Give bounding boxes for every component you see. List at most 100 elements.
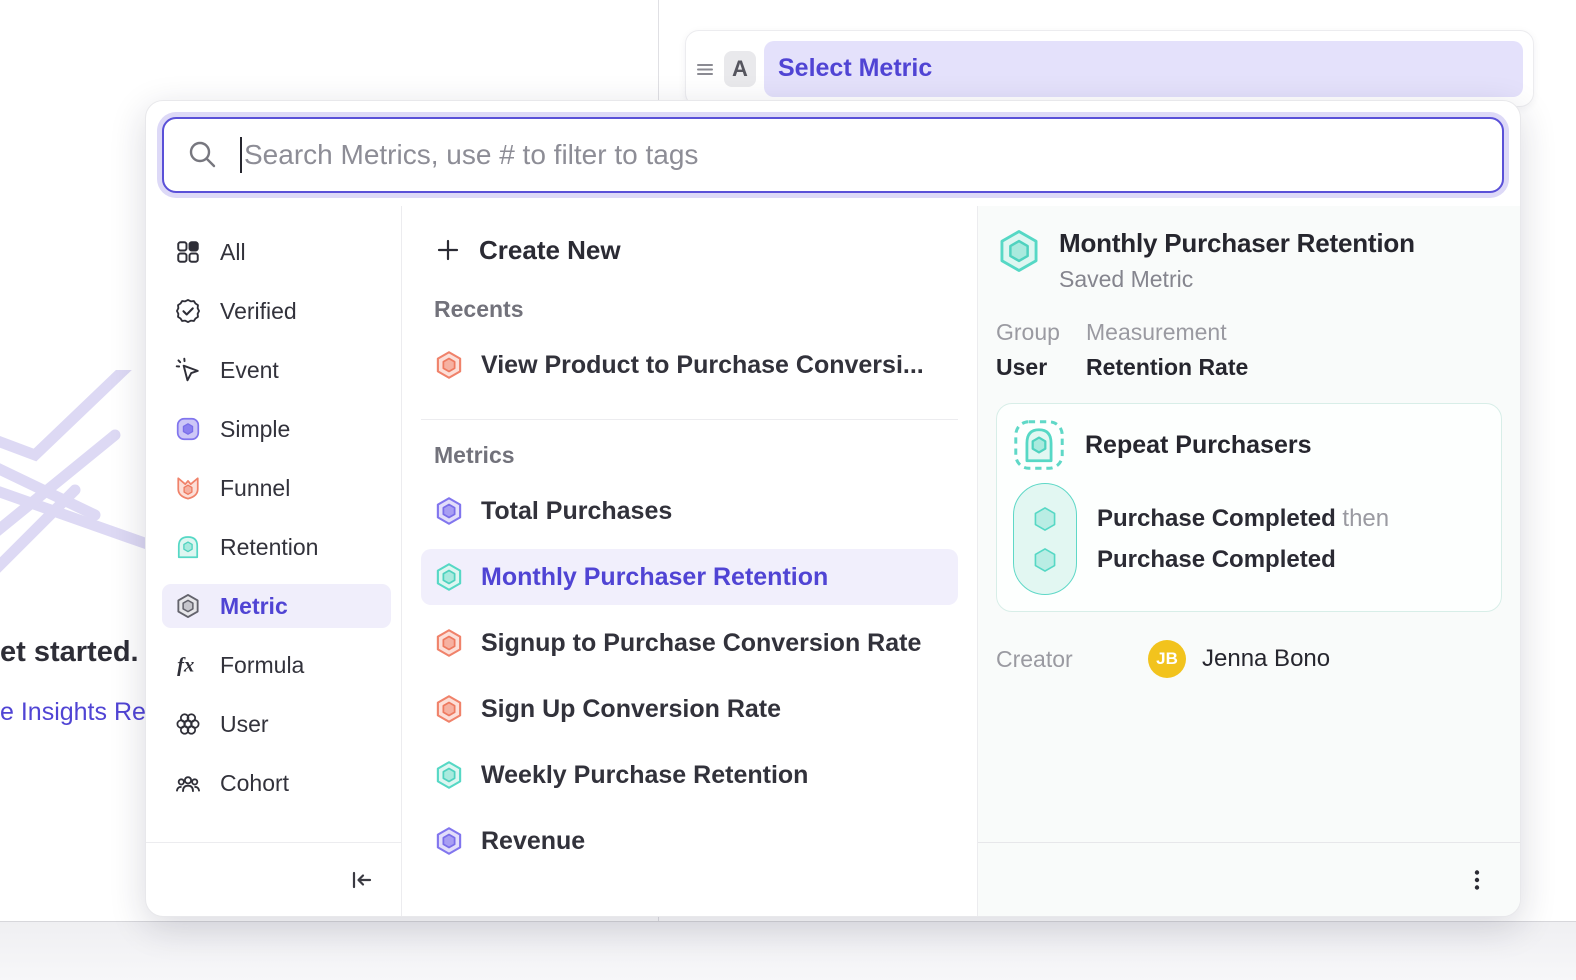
search-area: Search Metrics, use # to filter to tags	[146, 101, 1520, 206]
sidebar-item-label: Event	[220, 357, 279, 384]
measurement-label: Measurement	[1086, 319, 1248, 346]
group-value: User	[996, 354, 1086, 381]
event-hexagon-icon	[1031, 546, 1059, 574]
sidebar-item-label: Retention	[220, 534, 318, 561]
sidebar-item-label: Metric	[220, 593, 288, 620]
then-connector: then	[1342, 505, 1389, 532]
creator-row: Creator JB Jenna Bono	[996, 640, 1502, 678]
filter-sidebar: All Verified	[146, 206, 401, 916]
metric-item-label: Revenue	[481, 827, 585, 856]
metric-item-label: Sign Up Conversion Rate	[481, 695, 781, 724]
measurement-value: Retention Rate	[1086, 354, 1248, 381]
svg-text:fx: fx	[177, 655, 194, 677]
metric-item-label: Monthly Purchaser Retention	[481, 563, 828, 592]
user-cluster-icon	[175, 711, 201, 737]
metric-detail-panel: Monthly Purchaser Retention Saved Metric…	[977, 206, 1520, 916]
funnel-metric-hexagon-icon	[434, 350, 464, 380]
create-new-button[interactable]: Create New	[421, 226, 958, 274]
teal-metric-hexagon-icon-large	[996, 228, 1042, 274]
sidebar-item-label: Cohort	[220, 770, 289, 797]
creator-name: Jenna Bono	[1202, 645, 1330, 673]
collapse-sidebar-icon[interactable]	[347, 866, 375, 894]
purple-metric-hexagon-icon	[434, 826, 464, 856]
metric-list-item[interactable]: Revenue	[421, 813, 958, 869]
retention-icon	[175, 534, 201, 560]
recents-section-label: Recents	[421, 296, 958, 323]
group-label: Group	[996, 319, 1086, 346]
sidebar-item-label: Formula	[220, 652, 304, 679]
detail-subtitle: Saved Metric	[1059, 266, 1415, 293]
formula-icon: fx	[175, 652, 201, 678]
background-insights-link[interactable]: e Insights Re	[0, 698, 146, 727]
metric-list-item-selected[interactable]: Monthly Purchaser Retention	[421, 549, 958, 605]
metric-item-label: Weekly Purchase Retention	[481, 761, 808, 790]
metrics-section-label: Metrics	[421, 442, 958, 469]
metric-item-label: Total Purchases	[481, 497, 672, 526]
simple-metric-icon	[175, 416, 201, 442]
sidebar-footer	[146, 842, 401, 916]
teal-metric-hexagon-icon	[434, 562, 464, 592]
recent-item-label: View Product to Purchase Conversi...	[481, 351, 924, 380]
metric-list-item[interactable]: Sign Up Conversion Rate	[421, 681, 958, 737]
sidebar-item-all[interactable]: All	[162, 230, 391, 274]
background-get-started-text: et started.	[0, 636, 139, 669]
create-new-label: Create New	[479, 235, 621, 266]
sidebar-item-formula[interactable]: fx Formula	[162, 643, 391, 687]
sidebar-item-label: Verified	[220, 298, 297, 325]
detail-title: Monthly Purchaser Retention	[1059, 228, 1415, 259]
sidebar-item-funnel[interactable]: Funnel	[162, 466, 391, 510]
search-icon	[186, 138, 220, 172]
sidebar-item-label: Simple	[220, 416, 290, 443]
select-metric-button[interactable]: Select Metric	[764, 41, 1523, 97]
background-footer-band	[0, 921, 1576, 980]
kebab-menu-icon[interactable]	[1464, 867, 1490, 893]
sidebar-item-label: All	[220, 239, 246, 266]
orange-metric-hexagon-icon	[434, 694, 464, 724]
metric-list-item[interactable]: Total Purchases	[421, 483, 958, 539]
sidebar-item-retention[interactable]: Retention	[162, 525, 391, 569]
sidebar-item-verified[interactable]: Verified	[162, 289, 391, 333]
retention-step-1: Purchase Completed then	[1097, 498, 1389, 539]
sidebar-item-simple[interactable]: Simple	[162, 407, 391, 451]
cohort-people-icon	[175, 770, 201, 796]
search-placeholder: Search Metrics, use # to filter to tags	[244, 139, 698, 171]
plus-icon	[434, 236, 462, 264]
teal-metric-hexagon-icon	[434, 760, 464, 790]
retention-cohort-icon	[1013, 419, 1065, 471]
metric-item-label: Signup to Purchase Conversion Rate	[481, 629, 921, 658]
creator-avatar: JB	[1148, 640, 1186, 678]
purple-metric-hexagon-icon	[434, 496, 464, 526]
sidebar-item-user[interactable]: User	[162, 702, 391, 746]
sidebar-item-cohort[interactable]: Cohort	[162, 761, 391, 805]
detail-header: Monthly Purchaser Retention Saved Metric	[996, 228, 1502, 293]
event-hexagon-icon	[1031, 505, 1059, 533]
orange-metric-hexagon-icon	[434, 628, 464, 658]
sidebar-item-label: User	[220, 711, 269, 738]
background-chart-illustration	[0, 370, 150, 590]
metric-hexagon-icon	[175, 593, 201, 619]
text-cursor	[240, 137, 242, 173]
metric-list-column: Create New Recents View Product to Purch…	[401, 206, 977, 916]
funnel-icon	[175, 475, 201, 501]
retention-step-2: Purchase Completed	[1097, 539, 1389, 580]
metric-list-item[interactable]: Weekly Purchase Retention	[421, 747, 958, 803]
creator-label: Creator	[996, 646, 1148, 673]
event-sequence-capsule	[1013, 483, 1077, 595]
sidebar-item-event[interactable]: Event	[162, 348, 391, 392]
recent-item[interactable]: View Product to Purchase Conversi...	[421, 337, 958, 393]
retention-definition-card: Repeat Purchasers Purchase Comp	[996, 403, 1502, 612]
series-letter-badge: A	[724, 51, 756, 87]
metric-list-item[interactable]: Signup to Purchase Conversion Rate	[421, 615, 958, 671]
verified-badge-icon	[175, 298, 201, 324]
metric-query-row: A Select Metric	[685, 30, 1534, 107]
metric-picker-modal: Search Metrics, use # to filter to tags …	[145, 100, 1521, 917]
retention-card-title: Repeat Purchasers	[1085, 431, 1312, 460]
section-divider	[421, 419, 958, 420]
event-cursor-icon	[175, 357, 201, 383]
sidebar-item-metric[interactable]: Metric	[162, 584, 391, 628]
drag-handle-icon[interactable]	[694, 57, 716, 81]
grid-icon	[175, 239, 201, 265]
search-input[interactable]: Search Metrics, use # to filter to tags	[162, 117, 1504, 193]
sidebar-item-label: Funnel	[220, 475, 290, 502]
detail-properties: Group User Measurement Retention Rate	[996, 319, 1502, 381]
